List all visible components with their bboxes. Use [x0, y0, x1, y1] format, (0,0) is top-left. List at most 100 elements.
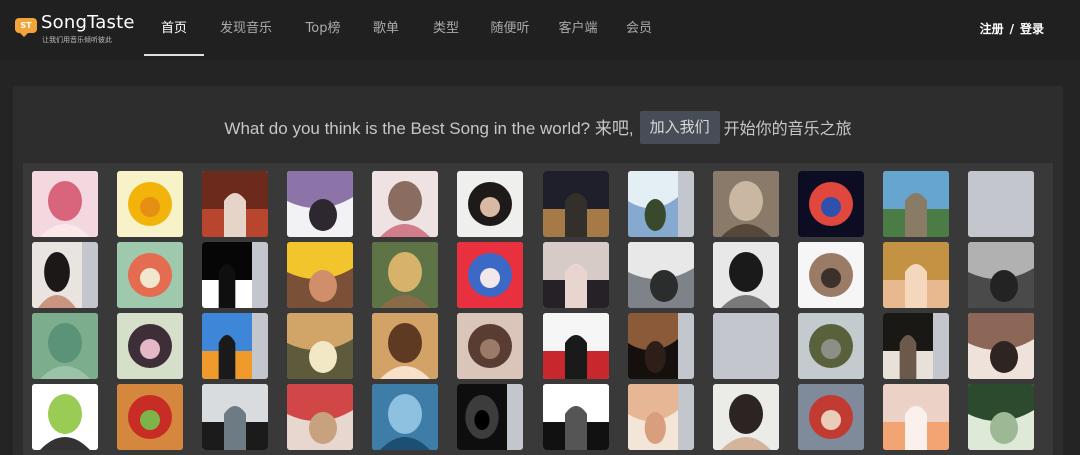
register-link[interactable]: 注册 — [980, 22, 1004, 36]
boy-eating-corn-avatar[interactable] — [287, 242, 354, 308]
manga-bw-avatar-image — [712, 242, 779, 308]
dog-face-avatar-image — [882, 313, 933, 379]
nav-playlists[interactable]: 歌单 — [358, 0, 414, 56]
glasses-boy-cartoon-avatar[interactable] — [32, 384, 98, 450]
login-link[interactable]: 登录 — [1020, 22, 1044, 36]
dog-face-avatar[interactable] — [882, 313, 949, 379]
blank-avatar[interactable] — [968, 171, 1035, 237]
girl-balloons-avatar-image — [797, 384, 864, 450]
avatar-grid — [32, 171, 1035, 450]
main-nav: 首页 发现音乐 Top榜 歌单 类型 随便听 客户端 会员 — [144, 0, 664, 56]
underwater-avatar[interactable] — [372, 384, 439, 450]
anime-purple-hair-girl-avatar[interactable] — [287, 171, 354, 237]
dark-creature-avatar[interactable] — [457, 384, 524, 450]
anime-black-hair-girl-avatar[interactable] — [542, 242, 609, 308]
man-beard-avatar-image — [797, 242, 864, 308]
couple-avatar[interactable] — [968, 313, 1035, 379]
woman-hand-face-avatar-image — [457, 313, 524, 379]
line-art-face-avatar-image — [542, 384, 609, 450]
tagline-suffix: 开始你的音乐之旅 — [723, 118, 852, 138]
couple-avatar-image — [968, 313, 1035, 379]
blonde-woman-avatar[interactable] — [287, 384, 354, 450]
yellow-smiley-face-avatar[interactable] — [117, 171, 184, 237]
pixel-burger-avatar-image — [117, 384, 184, 450]
nav-client[interactable]: 客户端 — [542, 0, 614, 56]
cute-cat-avatar[interactable] — [882, 384, 949, 450]
woman-portrait-avatar-image — [372, 171, 439, 237]
logo-slogan: 让我们用音乐倾听彼此 — [42, 36, 112, 44]
opera-mask-avatar[interactable] — [542, 313, 609, 379]
harley-quinn-avatar[interactable] — [457, 242, 524, 308]
manga-bw-avatar[interactable] — [712, 242, 779, 308]
hat-mask-avatar-image — [202, 242, 253, 308]
avatar-wall — [23, 163, 1053, 455]
courtroom-judge-avatar[interactable] — [202, 171, 269, 237]
main-panel: What do you think is the Best Song in th… — [13, 86, 1063, 455]
green-sketch-pattern-avatar-image — [968, 384, 1035, 450]
office-desk-avatar[interactable] — [202, 384, 269, 450]
pixel-burger-avatar[interactable] — [117, 384, 184, 450]
stacked-tower-avatar[interactable] — [117, 242, 184, 308]
songtaste-logo[interactable]: ST SongTaste 让我们用音乐倾听彼此 — [15, 12, 135, 46]
anime-pink-hair-girl-avatar[interactable] — [32, 171, 98, 237]
green-texture-avatar[interactable] — [32, 313, 98, 379]
dark-hand-avatar[interactable] — [627, 313, 694, 379]
woman-portrait-avatar[interactable] — [372, 171, 439, 237]
cartoon-boy-avatar[interactable] — [372, 313, 439, 379]
glasses-boy-cartoon-avatar-image — [32, 384, 98, 450]
opera-mask-avatar-image — [542, 313, 609, 379]
hat-mask-avatar[interactable] — [202, 242, 269, 308]
dark-hand-avatar-image — [627, 313, 678, 379]
anime-purple-hair-girl-avatar-image — [287, 171, 354, 237]
child-outdoors-avatar[interactable] — [372, 242, 439, 308]
field-landscape-avatar[interactable] — [797, 313, 864, 379]
anime-black-hair-girl-avatar-image — [542, 242, 609, 308]
sepia-artwork-avatar-image — [712, 171, 779, 237]
stacked-tower-avatar-image — [117, 242, 184, 308]
anime-girl-flowers-avatar[interactable] — [117, 313, 184, 379]
nav-random[interactable]: 随便听 — [478, 0, 542, 56]
koala-avatar[interactable] — [968, 242, 1035, 308]
girl-balloons-avatar[interactable] — [797, 384, 864, 450]
sunset-silhouette-avatar[interactable] — [202, 313, 269, 379]
auth-separator: / — [1009, 22, 1014, 36]
baby-avatar-image — [627, 384, 678, 450]
blank-avatar-image — [712, 313, 779, 379]
panda-street-avatar[interactable] — [627, 242, 694, 308]
join-us-button[interactable]: 加入我们 — [639, 111, 720, 144]
woman-long-hair-avatar-image — [457, 171, 524, 237]
blonde-woman-avatar-image — [287, 384, 354, 450]
flying-castle-avatar[interactable] — [882, 171, 949, 237]
woman-sunglasses-avatar[interactable] — [32, 242, 98, 308]
office-desk-avatar-image — [202, 384, 269, 450]
panda-street-avatar-image — [627, 242, 694, 308]
man-scarf-avatar[interactable] — [712, 384, 779, 450]
nav-membership[interactable]: 会员 — [614, 0, 664, 56]
green-sketch-pattern-avatar[interactable] — [968, 384, 1035, 450]
blank-avatar[interactable] — [712, 313, 779, 379]
top-header: ST SongTaste 让我们用音乐倾听彼此 首页 发现音乐 Top榜 歌单 … — [0, 0, 1080, 60]
nav-home[interactable]: 首页 — [144, 0, 204, 56]
landscape-sky-avatar-image — [627, 171, 678, 237]
cat-meme-avatar[interactable] — [287, 313, 354, 379]
nav-top-chart[interactable]: Top榜 — [288, 0, 358, 56]
nav-discover[interactable]: 发现音乐 — [204, 0, 288, 56]
landscape-sky-avatar[interactable] — [627, 171, 694, 237]
sepia-artwork-avatar[interactable] — [712, 171, 779, 237]
night-city-woman-avatar[interactable] — [542, 171, 609, 237]
baby-avatar[interactable] — [627, 384, 694, 450]
man-beard-avatar[interactable] — [797, 242, 864, 308]
yellow-smiley-face-avatar-image — [117, 171, 184, 237]
anime-pink-hair-girl-avatar-image — [32, 171, 98, 237]
field-landscape-avatar-image — [797, 313, 864, 379]
logo-badge-icon: ST — [15, 18, 37, 37]
nav-genres[interactable]: 类型 — [414, 0, 478, 56]
night-city-woman-avatar-image — [542, 171, 609, 237]
neon-ring-avatar[interactable] — [797, 171, 864, 237]
woman-long-hair-avatar[interactable] — [457, 171, 524, 237]
bald-cartoon-baby-avatar[interactable] — [882, 242, 949, 308]
sunset-silhouette-avatar-image — [202, 313, 253, 379]
line-art-face-avatar[interactable] — [542, 384, 609, 450]
woman-hand-face-avatar[interactable] — [457, 313, 524, 379]
cartoon-boy-avatar-image — [372, 313, 439, 379]
